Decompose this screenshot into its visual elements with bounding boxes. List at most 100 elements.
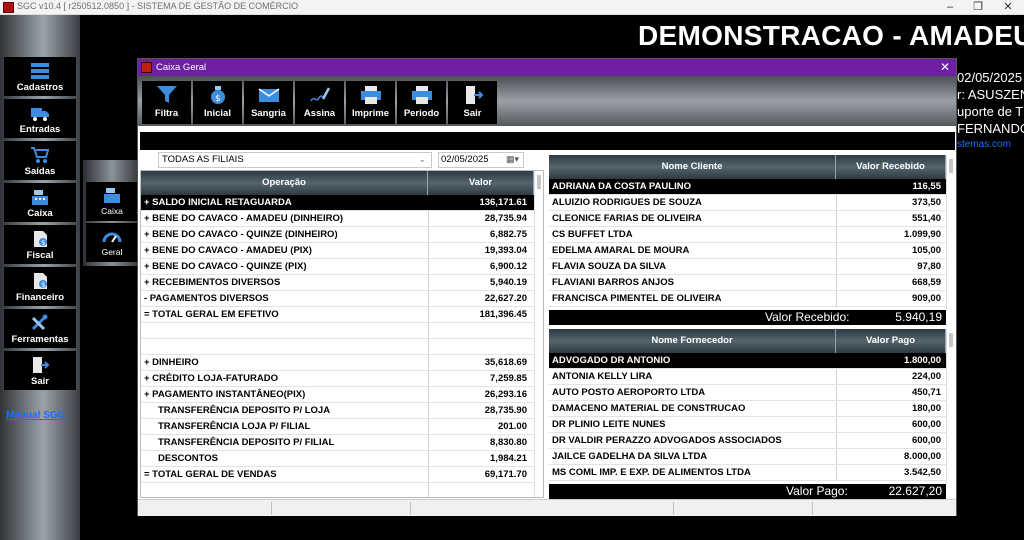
sair-button[interactable]: Sair [448,81,497,124]
table-row[interactable]: - PAGAMENTOS DIVERSOS 22,627.20 [141,291,534,307]
table-row[interactable]: FLAVIANI BARROS ANJOS 668,59 [549,275,946,291]
submenu-item-caixa[interactable]: Caixa [86,182,138,221]
cell-value: 450,71 [911,387,941,398]
window-titlebar: SGC v10.4 [ r250512.0850 ] - SISTEMA DE … [0,0,1024,15]
finance-document-icon: $ [34,273,47,289]
operations-scrollbar[interactable] [534,171,543,497]
column-header-nome-cliente[interactable]: Nome Cliente [549,155,836,179]
filial-select[interactable]: TODAS AS FILIAIS ⌄ [158,152,432,168]
sangria-button[interactable]: Sangria [244,81,293,124]
clientes-grid: Nome Cliente Valor Recebido ADRIANA DA C… [549,155,956,325]
sidebar-item-saidas[interactable]: Saídas [4,141,76,180]
table-row[interactable]: TRANSFERÊNCIA DEPOSITO P/ LOJA 28,735.90 [141,403,534,419]
fornecedores-scrollbar[interactable] [946,329,955,483]
table-row[interactable]: AUTO POSTO AEROPORTO LTDA 450,71 [549,385,946,401]
table-row[interactable]: TRANSFERÊNCIA LOJA P/ FILIAL 201.00 [141,419,534,435]
table-row[interactable]: ADRIANA DA COSTA PAULINO 116,55 [549,179,946,195]
cell-value: 105,00 [911,245,941,256]
date-field[interactable]: 02/05/2025 ▦▾ [438,152,524,168]
table-row[interactable]: + DINHEIRO 35,618.69 [141,355,534,371]
scrollbar-thumb[interactable] [949,159,953,173]
envelope-money-icon [258,88,279,102]
svg-text:$: $ [215,94,221,104]
filtra-button[interactable]: Filtra [142,81,191,124]
cell-label: ADVOGADO DR ANTONIO [552,355,671,366]
cash-register-icon [32,190,48,205]
manual-sgc-link[interactable]: Manual SGC [6,410,65,421]
table-row[interactable]: + SALDO INICIAL RETAGUARDA 136,171.61 [141,195,534,211]
table-row[interactable]: DESCONTOS 1,984.21 [141,451,534,467]
table-row[interactable]: CS BUFFET LTDA 1.099,90 [549,227,946,243]
cell-value: 1,984.21 [490,453,527,464]
minimize-button[interactable]: – [936,0,964,15]
table-row[interactable]: DAMACENO MATERIAL DE CONSTRUCAO 180,00 [549,401,946,417]
truck-icon [31,108,49,121]
cell-value: 26,293.16 [484,389,527,400]
table-row[interactable]: JAILCE GADELHA DA SILVA LTDA 8.000,00 [549,449,946,465]
sidebar-item-fiscal[interactable]: $ Fiscal [4,225,76,264]
sidebar-item-label: Fiscal [26,250,54,261]
column-header-valor-recebido[interactable]: Valor Recebido [836,155,946,179]
table-row[interactable]: + RECEBIMENTOS DIVERSOS 5,940.19 [141,275,534,291]
inicial-button[interactable]: $ Inicial [193,81,242,124]
table-row[interactable]: + BENE DO CAVACO - QUINZE (PIX) 6,900.12 [141,259,534,275]
close-window-button[interactable]: ✕ [994,0,1022,15]
cell-label: + CRÉDITO LOJA-FATURADO [144,373,278,384]
table-row[interactable]: + CRÉDITO LOJA-FATURADO 7,259.85 [141,371,534,387]
cell-label: + PAGAMENTO INSTANTÂNEO(PIX) [144,389,306,400]
clientes-scrollbar[interactable] [946,155,955,309]
table-row[interactable]: = TOTAL GERAL DE VENDAS 69,171.70 [141,467,534,483]
sidebar-item-caixa[interactable]: Caixa [4,183,76,222]
cell-label: DESCONTOS [158,453,219,464]
table-row[interactable]: EDELMA AMARAL DE MOURA 105,00 [549,243,946,259]
cell-value: 224,00 [911,371,941,382]
table-row[interactable]: FRANCISCA PIMENTEL DE OLIVEIRA 909,00 [549,291,946,307]
table-row[interactable]: DR VALDIR PERAZZO ADVOGADOS ASSOCIADOS 60… [549,433,946,449]
column-header-operacao[interactable]: Operação [141,171,428,195]
table-row[interactable]: + PAGAMENTO INSTANTÂNEO(PIX) 26,293.16 [141,387,534,403]
sidebar-item-entradas[interactable]: Entradas [4,99,76,138]
close-dialog-button[interactable]: ✕ [940,60,950,74]
column-header-valor-pago[interactable]: Valor Pago [836,329,946,353]
dialog-titlebar: Caixa Geral ✕ [138,59,956,76]
sidebar-item-ferramentas[interactable]: Ferramentas [4,309,76,348]
cell-value: 8.000,00 [904,451,941,462]
cell-value: 97,80 [917,261,941,272]
imprime-label: Imprime [352,108,389,119]
periodo-button[interactable]: Periodo [397,81,446,124]
cell-value: 3.542,50 [904,467,941,478]
table-row[interactable]: FLAVIA SOUZA DA SILVA 97,80 [549,259,946,275]
table-row[interactable]: MS COML IMP. E EXP. DE ALIMENTOS LTDA 3.5… [549,465,946,481]
restore-button[interactable]: ❐ [964,0,992,15]
column-header-nome-fornecedor[interactable]: Nome Fornecedor [549,329,836,353]
cell-value: 22,627.20 [484,293,527,304]
table-row[interactable]: ADVOGADO DR ANTONIO 1.800,00 [549,353,946,369]
table-row[interactable]: DR PLINIO LEITE NUNES 600,00 [549,417,946,433]
sidebar-item-financeiro[interactable]: $ Financeiro [4,267,76,306]
svg-text:$: $ [41,281,45,289]
table-row[interactable] [141,323,534,339]
cell-value: 180,00 [911,403,941,414]
table-row[interactable]: ANTONIA KELLY LIRA 224,00 [549,369,946,385]
table-row[interactable]: + BENE DO CAVACO - AMADEU (PIX) 19,393.04 [141,243,534,259]
header-website-link[interactable]: stemas.com [957,139,1011,150]
sidebar-item-label: Caixa [27,208,53,219]
table-row[interactable]: CLEONICE FARIAS DE OLIVEIRA 551,40 [549,211,946,227]
table-row[interactable]: + BENE DO CAVACO - QUINZE (DINHEIRO) 6,88… [141,227,534,243]
column-header-valor[interactable]: Valor [428,171,534,195]
sidebar-item-cadastros[interactable]: Cadastros [4,57,76,96]
imprime-button[interactable]: Imprime [346,81,395,124]
submenu-item-geral[interactable]: Geral [86,223,138,262]
table-row[interactable] [141,339,534,355]
cell-label: JAILCE GADELHA DA SILVA LTDA [552,451,708,462]
dialog-toolbar: Filtra $ Inicial Sangria Assina Imprime … [138,76,956,126]
table-row[interactable]: = TOTAL GERAL EM EFETIVO 181,396.45 [141,307,534,323]
calendar-dropdown-icon[interactable]: ▦▾ [506,154,519,165]
assina-button[interactable]: Assina [295,81,344,124]
scrollbar-thumb[interactable] [537,175,541,189]
table-row[interactable]: TRANSFERÊNCIA DEPOSITO P/ FILIAL 8,830.80 [141,435,534,451]
scrollbar-thumb[interactable] [949,333,953,347]
sidebar-item-sair[interactable]: Sair [4,351,76,390]
table-row[interactable]: ALUIZIO RODRIGUES DE SOUZA 373,50 [549,195,946,211]
table-row[interactable]: + BENE DO CAVACO - AMADEU (DINHEIRO) 28,7… [141,211,534,227]
